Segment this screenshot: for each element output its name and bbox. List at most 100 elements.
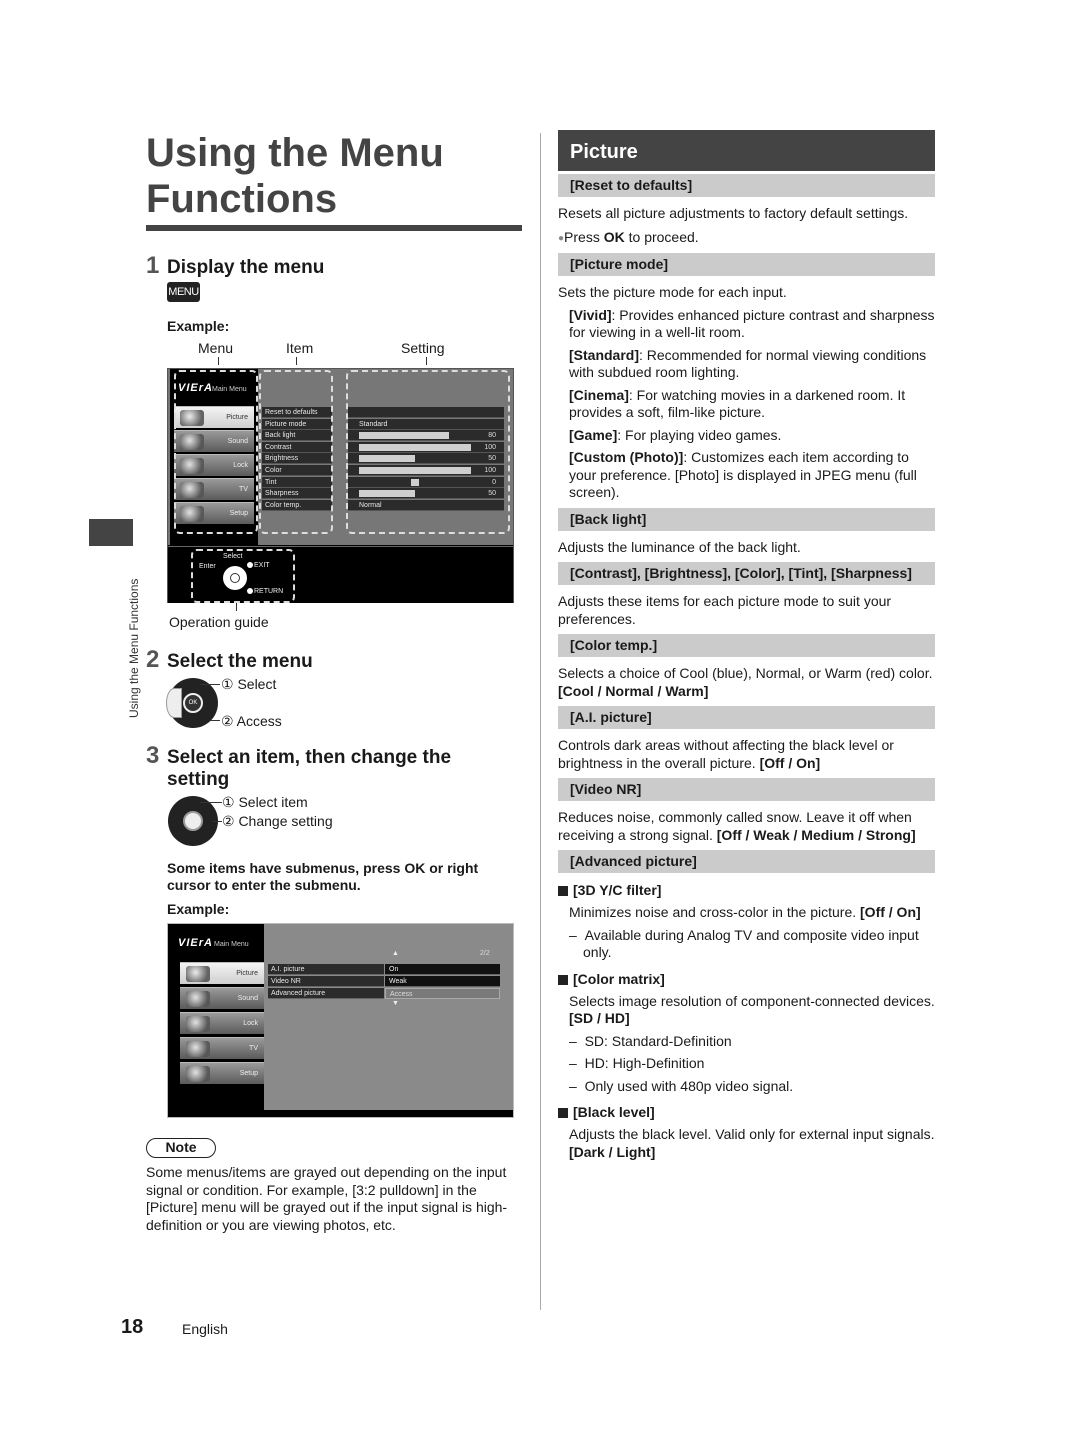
item-heading: [Back light] <box>558 507 935 531</box>
select-item-label: ① Select item <box>222 794 308 810</box>
example-label: Example: <box>167 901 230 917</box>
bullet-instruction: ●Press OK to proceed. <box>558 229 935 248</box>
item-heading: [Contrast], [Brightness], [Color], [Tint… <box>558 562 935 585</box>
scroll-down-arrow-icon: ▼ <box>392 1000 399 1007</box>
menu-tile-picture: Picture <box>180 962 264 984</box>
picture-mode-option: [Custom (Photo)]: Customizes each item a… <box>558 449 935 502</box>
left-arrow-key <box>166 688 182 718</box>
subitem-heading: [Black level] <box>558 1104 935 1120</box>
title-rule <box>146 225 522 231</box>
menu-tile-label: Picture <box>236 970 258 977</box>
og-return-label: RETURN <box>254 588 284 595</box>
leader-line <box>210 720 220 721</box>
subitem-description: Selects image resolution of component-co… <box>558 993 935 1028</box>
text: Adjusts the black level. Valid only for … <box>569 1126 935 1142</box>
ok-button-icon <box>183 811 203 831</box>
options: [Off / Weak / Medium / Strong] <box>716 826 916 843</box>
mode-description: : Provides enhanced picture contrast and… <box>569 306 935 341</box>
column-divider <box>540 133 541 1310</box>
options: [SD / HD] <box>569 1010 630 1026</box>
note-badge: Note <box>146 1138 216 1158</box>
picture-mode-option: [Cinema]: For watching movies in a darke… <box>558 387 935 422</box>
leader-line <box>212 821 222 822</box>
viera-logo: VIErA <box>178 937 213 949</box>
text: SD: Standard-Definition <box>584 1032 732 1049</box>
text: Controls dark areas without affecting th… <box>558 737 894 771</box>
select-label: ① Select <box>221 676 277 692</box>
subitem-heading: [Color matrix] <box>558 971 935 987</box>
menu-callout-box <box>174 370 258 534</box>
return-button-icon <box>247 588 253 594</box>
picture-mode-option: [Vivid]: Provides enhanced picture contr… <box>558 307 935 342</box>
subitem-heading: [3D Y/C filter] <box>558 882 935 898</box>
item-heading: [Color temp.] <box>558 634 935 657</box>
note-text: Some menus/items are grayed out dependin… <box>146 1164 508 1233</box>
column-label-menu: Menu <box>198 340 234 356</box>
og-select-label: Select <box>223 553 243 560</box>
scroll-up-arrow-icon: ▲ <box>392 950 399 957</box>
options: [Off / On] <box>860 904 921 920</box>
side-tab-label: Using the Menu Functions <box>127 578 141 718</box>
operation-bar <box>168 1110 513 1117</box>
padlock-icon <box>186 1016 210 1032</box>
page-indicator: 2/2 <box>480 950 490 957</box>
text: Selects image resolution of component-co… <box>569 992 935 1009</box>
picture-mode-option: [Standard]: Recommended for normal viewi… <box>558 347 935 382</box>
og-return: RETURN <box>247 588 283 595</box>
subitem-description: Adjusts the black level. Valid only for … <box>558 1126 935 1161</box>
cursor-pad-icon <box>223 566 247 590</box>
column-label-item: Item <box>286 340 314 356</box>
submenu-value: Weak <box>385 976 500 987</box>
step-title: Select the menu <box>167 651 313 672</box>
item-description: Resets all picture adjustments to factor… <box>558 205 909 221</box>
item-heading: [Reset to defaults] <box>558 174 935 197</box>
callout-tick <box>218 357 219 365</box>
item-callout-box <box>259 370 333 534</box>
mode-name: [Cinema] <box>569 386 629 403</box>
menu-tile-sound: Sound <box>180 987 264 1009</box>
menu-tile-tv: TV <box>180 1037 264 1059</box>
item-heading: [Video NR] <box>558 778 935 801</box>
og-enter-label: Enter <box>199 563 216 570</box>
callout-tick <box>426 357 427 365</box>
submenu-value: On <box>385 964 500 975</box>
divider <box>168 546 513 547</box>
text: [Color matrix] <box>573 970 665 987</box>
submenu-item: A.I. picture <box>268 964 384 975</box>
subitem-note: – HD: High-Definition <box>569 1055 705 1071</box>
page-title: Using the Menu Functions <box>146 131 444 221</box>
mode-name: [Standard] <box>569 346 639 363</box>
change-setting-label: ② Change setting <box>222 813 333 829</box>
column-label-setting: Setting <box>401 340 445 356</box>
text: to proceed. <box>624 228 699 245</box>
menu-tile-label: TV <box>249 1045 258 1052</box>
remote-dpad-arrows-icon <box>168 796 218 846</box>
submenu-value: Access <box>385 988 500 999</box>
subitem-note: – Available during Analog TV and composi… <box>569 926 919 961</box>
text: Available during Analog TV and composite… <box>583 926 919 961</box>
item-heading: [Advanced picture] <box>558 850 935 873</box>
square-bullet-icon <box>558 886 568 896</box>
item-heading: [A.I. picture] <box>558 706 935 729</box>
text: Only used with 480p video signal. <box>584 1077 794 1094</box>
tv-menu-screenshot-submenu: VIErA Main Menu Picture Sound Lock TV Setup … <box>167 923 514 1118</box>
mode-name: [Vivid] <box>569 306 612 323</box>
text: [3D Y/C filter] <box>573 882 662 898</box>
step-number: 1 <box>146 252 160 279</box>
access-label: ② Access <box>221 713 282 729</box>
satellite-dish-icon <box>186 1041 210 1057</box>
step-number: 3 <box>146 742 160 769</box>
menu-tile-label: Sound <box>237 995 258 1002</box>
options: [Cool / Normal / Warm] <box>558 682 709 699</box>
item-description: Reduces noise, commonly called snow. Lea… <box>558 809 935 844</box>
text: Press <box>564 228 604 245</box>
item-description: Selects a choice of Cool (blue), Normal,… <box>558 665 935 700</box>
subitem-note: – SD: Standard-Definition <box>569 1032 732 1049</box>
item-description: Controls dark areas without affecting th… <box>558 737 935 772</box>
operation-guide-caption: Operation guide <box>169 614 269 630</box>
section-header: Picture <box>558 130 935 171</box>
menu-tile-setup: Setup <box>180 1062 264 1084</box>
item-heading: [Picture mode] <box>558 253 935 276</box>
music-note-icon <box>186 991 210 1007</box>
square-bullet-icon <box>558 974 568 985</box>
